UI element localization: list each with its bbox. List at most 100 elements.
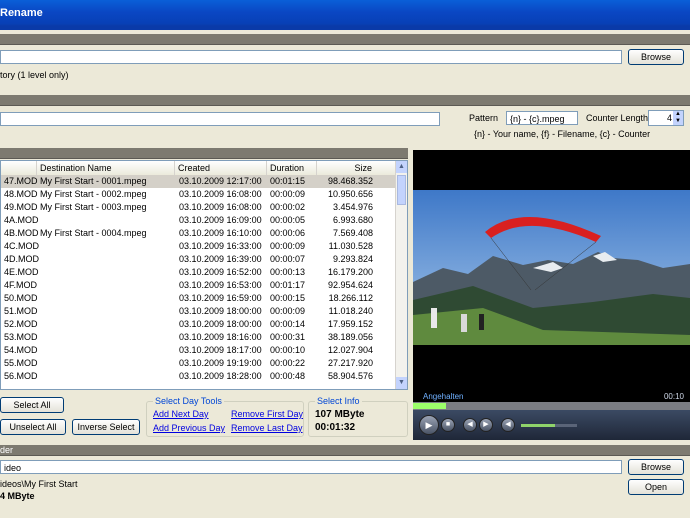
destination-browse-button[interactable]: Browse: [628, 459, 684, 475]
table-cell: 56.MOD: [4, 371, 38, 381]
naming-section-header: [0, 95, 690, 106]
title-bar: Rename: [0, 0, 690, 26]
table-cell: 03.10.2009 18:28:00: [179, 371, 262, 381]
column-header-duration[interactable]: Duration: [267, 161, 317, 175]
table-cell: 03.10.2009 12:17:00: [179, 176, 262, 186]
table-cell: 4B.MOD: [4, 228, 39, 238]
destination-section-label: der: [0, 445, 14, 455]
counter-length-stepper[interactable]: 4 ▲ ▼: [648, 110, 684, 126]
title-bar-edge: [0, 26, 690, 30]
volume-icon[interactable]: ◀: [501, 418, 515, 432]
table-row[interactable]: 4C.MOD 03.10.2009 16:33:00 00:00:09 11.030.…: [1, 240, 397, 253]
select-all-button[interactable]: Select All: [0, 397, 64, 413]
table-cell: 9.293.824: [332, 254, 373, 264]
list-header: Destination Name Created Duration Size: [1, 161, 397, 176]
add-previous-day-link[interactable]: Add Previous Day: [153, 423, 225, 433]
column-header-created[interactable]: Created: [175, 161, 267, 175]
volume-slider[interactable]: [521, 424, 577, 427]
table-cell: 4F.MOD: [4, 280, 38, 290]
volume-fill: [521, 424, 555, 427]
table-row[interactable]: 4D.MOD 03.10.2009 16:39:00 00:00:07 9.293.8…: [1, 253, 397, 266]
table-row[interactable]: 56.MOD 03.10.2009 18:28:00 00:00:48 58.904.…: [1, 370, 397, 383]
inverse-select-button[interactable]: Inverse Select: [72, 419, 140, 435]
table-row[interactable]: 55.MOD 03.10.2009 19:19:00 00:00:22 27.217.…: [1, 357, 397, 370]
remove-first-day-link[interactable]: Remove First Day: [231, 409, 303, 419]
table-cell: 00:00:31: [270, 332, 306, 342]
table-cell: 00:00:14: [270, 319, 306, 329]
table-row[interactable]: 52.MOD 03.10.2009 18:00:00 00:00:14 17.959.…: [1, 318, 397, 331]
remove-last-day-link[interactable]: Remove Last Day: [231, 423, 303, 433]
table-row[interactable]: 54.MOD 03.10.2009 18:17:00 00:00:10 12.027.…: [1, 344, 397, 357]
add-next-day-link[interactable]: Add Next Day: [153, 409, 209, 419]
table-cell: 00:00:02: [270, 202, 306, 212]
table-row[interactable]: 50.MOD 03.10.2009 16:59:00 00:00:15 18.266.…: [1, 292, 397, 305]
file-list[interactable]: Destination Name Created Duration Size 4…: [0, 160, 408, 390]
table-cell: 03.10.2009 16:08:00: [179, 189, 262, 199]
previous-icon[interactable]: ◀: [463, 418, 477, 432]
scroll-down-icon[interactable]: ▼: [396, 377, 407, 389]
stepper-up-icon[interactable]: ▲: [673, 111, 683, 118]
column-header-source[interactable]: [1, 161, 37, 175]
player-time-text: 00:10: [663, 392, 684, 401]
table-cell: 03.10.2009 16:08:00: [179, 202, 262, 212]
pattern-label: Pattern: [469, 113, 499, 123]
pattern-input[interactable]: {n} - {c}.mpeg: [506, 111, 578, 125]
table-cell: 54.MOD: [4, 345, 38, 355]
player-progress-bar[interactable]: [413, 402, 690, 410]
stepper-down-icon[interactable]: ▼: [673, 118, 683, 125]
select-day-tools-title: Select Day Tools: [153, 396, 224, 406]
open-button[interactable]: Open: [628, 479, 684, 495]
table-row[interactable]: 4F.MOD 03.10.2009 16:53:00 00:01:17 92.954.…: [1, 279, 397, 292]
name-input[interactable]: [0, 112, 440, 126]
table-cell: 00:00:09: [270, 306, 306, 316]
destination-path-input[interactable]: ideo: [0, 460, 622, 474]
table-cell: 51.MOD: [4, 306, 38, 316]
table-cell: 17.959.152: [327, 319, 373, 329]
table-cell: 48.MOD: [4, 189, 38, 199]
scroll-thumb[interactable]: [397, 175, 406, 205]
table-cell: 49.MOD: [4, 202, 38, 212]
table-cell: 00:00:10: [270, 345, 306, 355]
table-cell: My First Start - 0004.mpeg: [40, 228, 147, 238]
pattern-hint: {n} - Your name, {f} - Filename, {c} - C…: [474, 129, 651, 139]
scroll-up-icon[interactable]: ▲: [396, 161, 407, 173]
source-path-input[interactable]: [0, 50, 622, 64]
table-cell: 38.189.056: [327, 332, 373, 342]
table-row[interactable]: 48.MOD My First Start - 0002.mpeg 03.10.20…: [1, 188, 397, 201]
table-cell: 03.10.2009 16:10:00: [179, 228, 262, 238]
table-cell: 00:00:13: [270, 267, 306, 277]
source-browse-button[interactable]: Browse: [628, 49, 684, 65]
table-cell: 03.10.2009 18:16:00: [179, 332, 262, 342]
table-cell: 53.MOD: [4, 332, 38, 342]
list-section-header: [0, 148, 408, 159]
table-cell: 00:00:05: [270, 215, 306, 225]
table-row[interactable]: 4E.MOD 03.10.2009 16:52:00 00:00:13 16.179.…: [1, 266, 397, 279]
table-row[interactable]: 4B.MOD My First Start - 0004.mpeg 03.10.20…: [1, 227, 397, 240]
table-cell: 4E.MOD: [4, 267, 39, 277]
select-info-group: Select Info 107 MByte 00:01:32: [308, 396, 408, 437]
table-row[interactable]: 49.MOD My First Start - 0003.mpeg 03.10.20…: [1, 201, 397, 214]
subdirectory-option-label[interactable]: tory (1 level only): [0, 70, 69, 80]
stop-icon[interactable]: ■: [441, 418, 455, 432]
player-controls: ▶ ■ ◀ ▶ ◀: [413, 410, 690, 440]
table-row[interactable]: 47.MOD My First Start - 0001.mpeg 03.10.20…: [1, 175, 397, 188]
table-cell: 16.179.200: [327, 267, 373, 277]
table-cell: 03.10.2009 16:53:00: [179, 280, 262, 290]
table-cell: 00:01:17: [270, 280, 306, 290]
counter-length-label: Counter Length: [586, 113, 649, 123]
unselect-all-button[interactable]: Unselect All: [0, 419, 66, 435]
column-header-destination[interactable]: Destination Name: [37, 161, 175, 175]
table-cell: 00:00:06: [270, 228, 306, 238]
table-cell: 18.266.112: [328, 293, 373, 303]
counter-length-value: 4: [666, 113, 672, 123]
table-row[interactable]: 53.MOD 03.10.2009 18:16:00 00:00:31 38.189.…: [1, 331, 397, 344]
table-cell: 27.217.920: [327, 358, 373, 368]
table-cell: 4A.MOD: [4, 215, 39, 225]
video-player[interactable]: Angehalten 00:10: [413, 150, 690, 440]
table-row[interactable]: 4A.MOD 03.10.2009 16:09:00 00:00:05 6.993.6…: [1, 214, 397, 227]
next-icon[interactable]: ▶: [479, 418, 493, 432]
table-row[interactable]: 51.MOD 03.10.2009 18:00:00 00:00:09 11.018.…: [1, 305, 397, 318]
play-icon[interactable]: ▶: [419, 415, 439, 435]
list-scrollbar[interactable]: ▲ ▼: [395, 161, 407, 389]
column-header-size[interactable]: Size: [317, 161, 397, 175]
